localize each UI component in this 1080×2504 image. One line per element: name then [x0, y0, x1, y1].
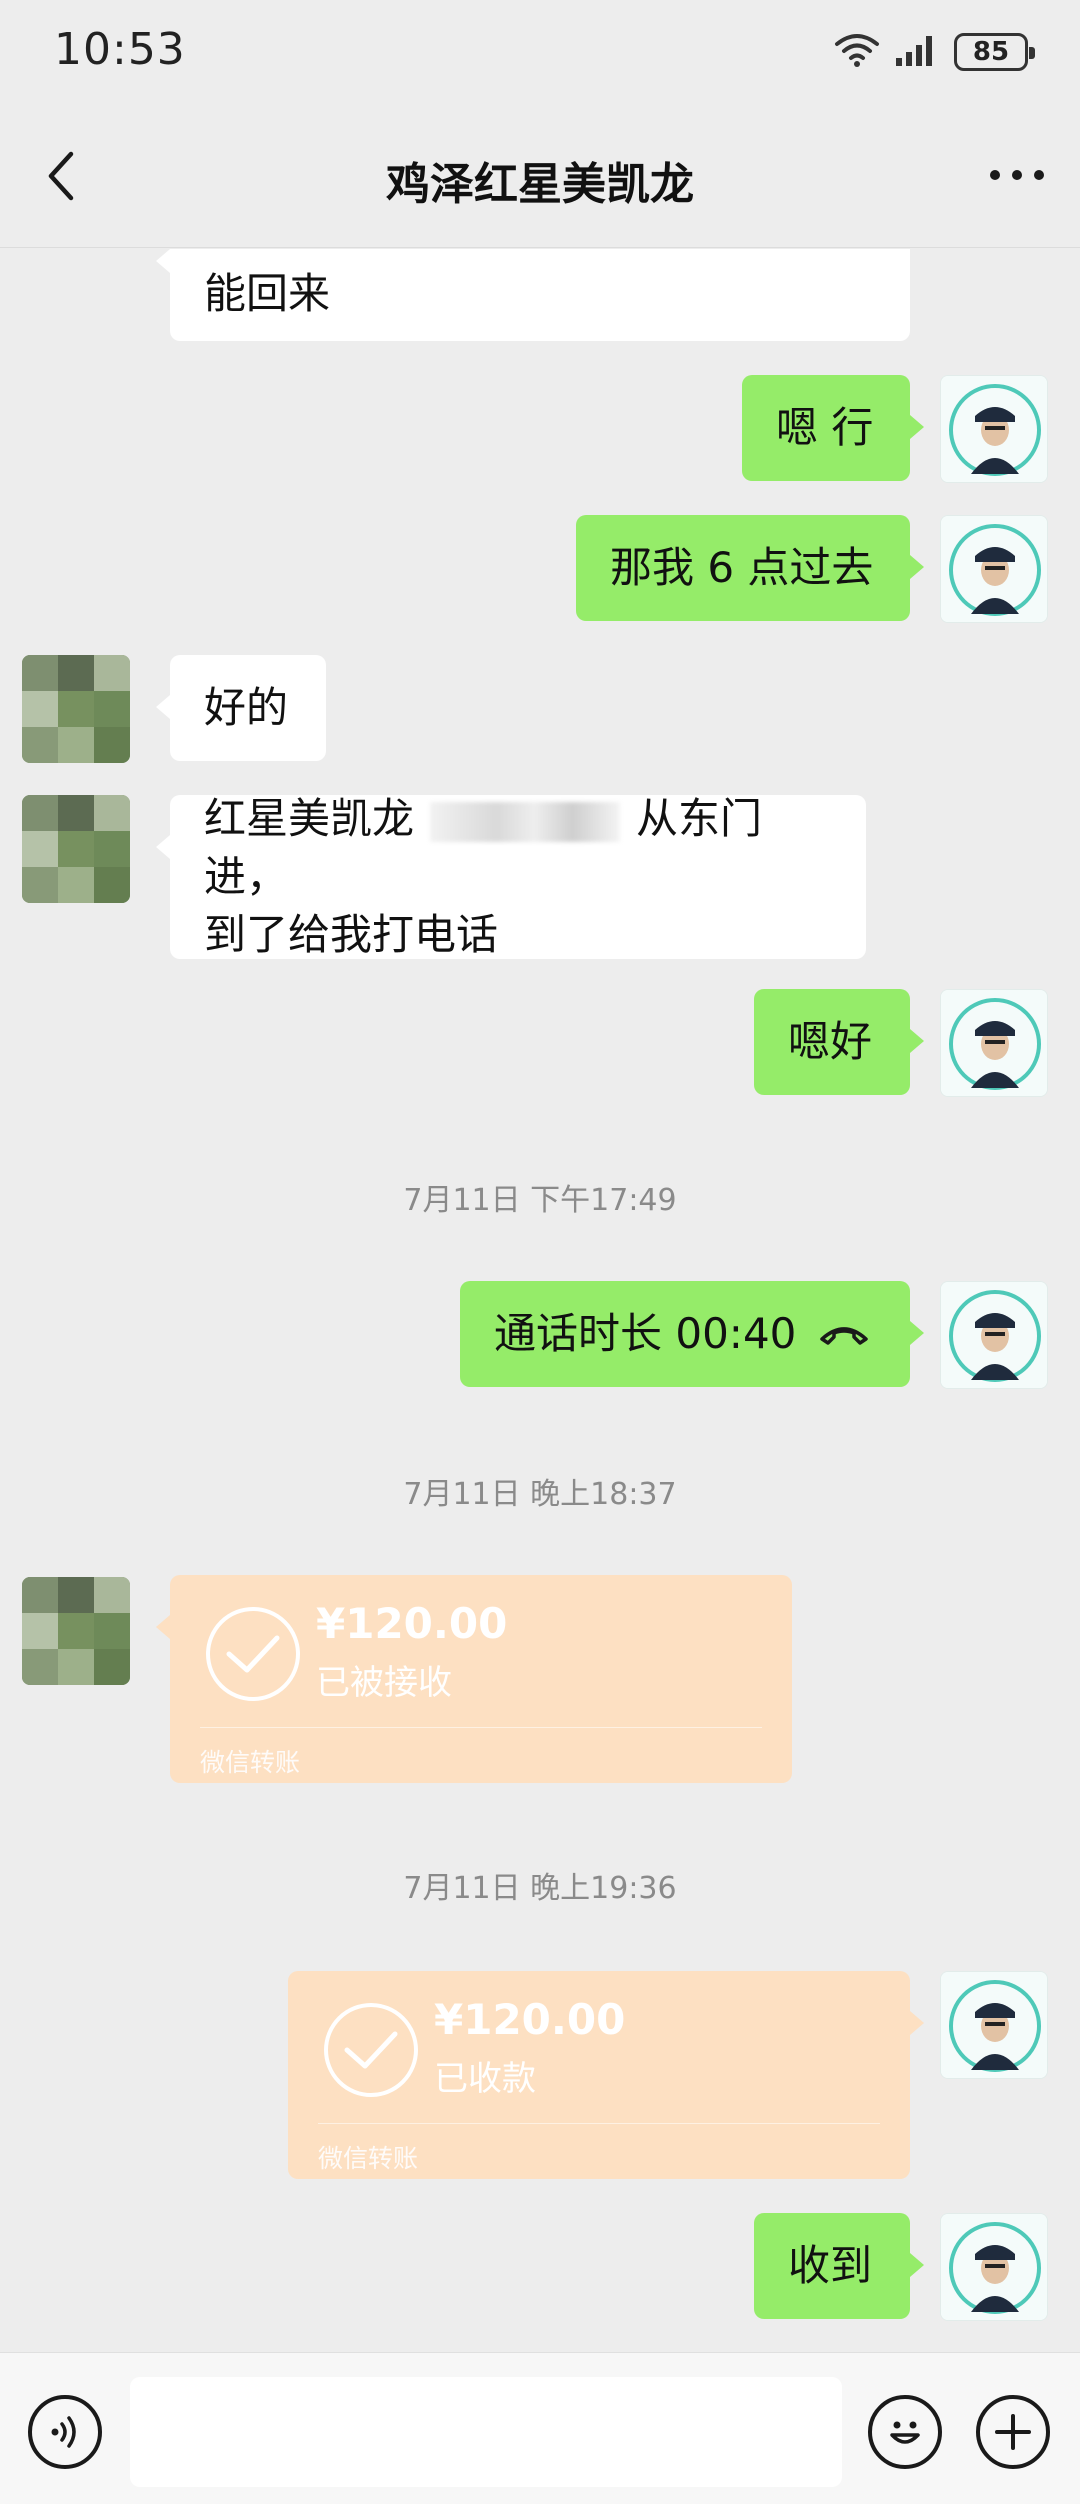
- call-record-bubble[interactable]: 通话时长 00:40: [460, 1281, 924, 1387]
- message-input[interactable]: [130, 2377, 842, 2487]
- message-text: 好的: [204, 683, 289, 732]
- chat-header: 鸡泽红星美凯龙: [0, 104, 1080, 248]
- chat-title: 鸡泽红星美凯龙: [386, 159, 694, 210]
- my-avatar[interactable]: [940, 1281, 1048, 1389]
- transfer-status: 已被接收: [316, 1663, 452, 1703]
- check-circle-icon: [324, 2003, 418, 2097]
- input-bar: [0, 2352, 1080, 2504]
- message-line: 红星美凯龙 从东门进，: [204, 790, 832, 906]
- emoji-icon: [890, 2421, 920, 2444]
- voice-icon: [51, 2416, 76, 2448]
- avatar-image: [22, 795, 130, 903]
- transfer-divider: [200, 1727, 762, 1728]
- battery-icon: 85: [954, 33, 1035, 71]
- voice-button[interactable]: [28, 2395, 102, 2469]
- check-circle-icon: [206, 1607, 300, 1701]
- redacted-text: [430, 801, 621, 842]
- message-text: 那我 6 点过去: [610, 543, 874, 592]
- message-text: 红星美凯龙: [204, 794, 415, 843]
- transfer-label: 微信转账: [200, 1748, 301, 1777]
- avatar-image: [941, 990, 1047, 1096]
- message-bubble-incoming[interactable]: 好的: [156, 655, 326, 761]
- transfer-amount: ¥120.00: [434, 1995, 626, 2044]
- avatar-image: [22, 655, 130, 763]
- my-avatar[interactable]: [940, 515, 1048, 623]
- status-bar: 10:53 85: [0, 0, 1080, 104]
- chat-screen: 10:53 85 鸡泽红星美凯龙 能回来 嗯 行 那我 6 点过去 好的 红星美…: [0, 0, 1080, 2504]
- message-text: 到了给我打电话: [204, 910, 499, 959]
- message-text: 收到: [788, 2241, 873, 2290]
- my-avatar[interactable]: [940, 989, 1048, 1097]
- message-bubble-incoming[interactable]: 红星美凯龙 从东门进， 到了给我打电话: [156, 794, 866, 959]
- transfer-label: 微信转账: [318, 2144, 419, 2173]
- phone-hangup-icon: [820, 1327, 869, 1345]
- call-duration-text: 通话时长 00:40: [494, 1309, 797, 1358]
- timestamp: 7月11日 晚上18:37: [403, 1477, 677, 1512]
- status-time: 10:53: [54, 24, 186, 75]
- timestamp: 7月11日 晚上19:36: [403, 1871, 677, 1906]
- transfer-status: 已收款: [434, 2059, 536, 2099]
- message-bubble-outgoing[interactable]: 那我 6 点过去: [576, 515, 924, 621]
- contact-avatar[interactable]: [22, 795, 130, 903]
- more-button[interactable]: [982, 150, 1052, 200]
- contact-avatar[interactable]: [22, 655, 130, 763]
- message-bubble-outgoing[interactable]: 嗯好: [754, 989, 924, 1095]
- message-text: 能回来: [204, 269, 331, 318]
- message-text: 嗯好: [788, 1017, 873, 1066]
- battery-level: 85: [972, 37, 1010, 67]
- emoji-button[interactable]: [868, 2395, 942, 2469]
- transfer-card-collected[interactable]: ¥120.00 已收款 微信转账: [288, 1971, 924, 2179]
- avatar-image: [941, 376, 1047, 482]
- transfer-divider: [318, 2123, 880, 2124]
- timestamp: 7月11日 下午17:49: [403, 1183, 677, 1218]
- message-bubble-outgoing[interactable]: 收到: [754, 2213, 924, 2319]
- my-avatar[interactable]: [940, 1971, 1048, 2079]
- avatar-image: [941, 2214, 1047, 2320]
- avatar-image: [941, 1282, 1047, 1388]
- message-bubble-outgoing[interactable]: 嗯 行: [742, 375, 924, 481]
- more-dots-icon: [990, 170, 1044, 180]
- status-icons: 85: [834, 30, 1035, 74]
- avatar-image: [941, 516, 1047, 622]
- wifi-icon: [834, 32, 880, 72]
- message-list[interactable]: 能回来 嗯 行 那我 6 点过去 好的 红星美凯龙 从东门进， 到了给我打电话 …: [0, 249, 1080, 2351]
- avatar-image: [22, 1577, 130, 1685]
- transfer-amount: ¥120.00: [316, 1599, 508, 1648]
- message-bubble-incoming[interactable]: 能回来: [156, 249, 910, 341]
- transfer-card-received[interactable]: ¥120.00 已被接收 微信转账: [156, 1575, 792, 1783]
- my-avatar[interactable]: [940, 2213, 1048, 2321]
- more-actions-button[interactable]: [976, 2395, 1050, 2469]
- my-avatar[interactable]: [940, 375, 1048, 483]
- message-text: 嗯 行: [776, 403, 874, 452]
- signal-icon: [894, 32, 940, 72]
- avatar-image: [941, 1972, 1047, 2078]
- plus-icon: [995, 2414, 1031, 2450]
- contact-avatar[interactable]: [22, 1577, 130, 1685]
